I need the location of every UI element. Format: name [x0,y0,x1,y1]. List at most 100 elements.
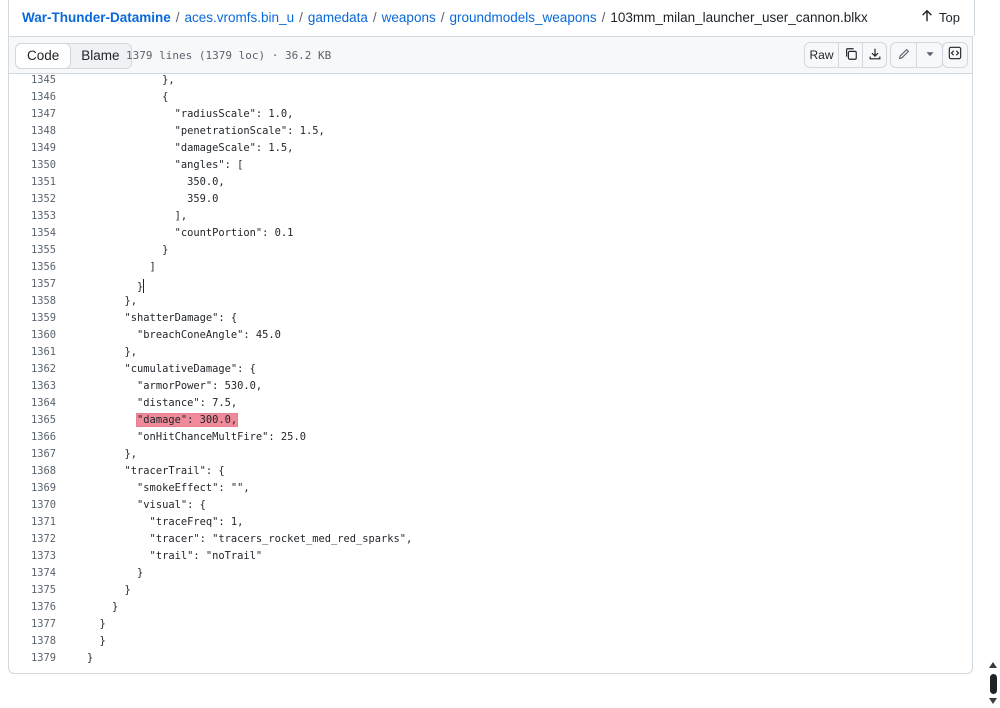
code-text: "onHitChanceMultFire": 25.0 [87,431,306,443]
code-text: "breachConeAngle": 45.0 [87,329,281,341]
scroll-down-arrow-icon[interactable] [989,698,997,704]
breadcrumb-link-gamedata[interactable]: gamedata [308,10,368,25]
highlighted-selection: "damage": 300.0, [136,413,239,427]
line-number[interactable]: 1347 [9,106,56,123]
view-toggle: Code Blame [15,43,132,69]
line-number[interactable]: 1346 [9,89,56,106]
line-number[interactable]: 1377 [9,616,56,633]
code-line: 1367 }, [9,446,972,463]
breadcrumb-repo-link[interactable]: War-Thunder-Datamine [22,10,171,25]
breadcrumb-separator: / [175,10,180,25]
line-number[interactable]: 1367 [9,446,56,463]
code-line: 1351 350.0, [9,174,972,191]
code-text: }, [87,346,138,358]
line-number[interactable]: 1379 [9,650,56,667]
download-button[interactable] [862,43,886,67]
code-line: 1378 } [9,633,972,650]
breadcrumb: War-Thunder-Datamine / aces.vromfs.bin_u / g… [22,10,868,25]
line-number[interactable]: 1348 [9,123,56,140]
code-text: { [87,91,169,103]
symbols-button[interactable] [942,42,968,68]
code-text: }, [87,74,175,86]
line-number[interactable]: 1371 [9,514,56,531]
line-number[interactable]: 1356 [9,259,56,276]
scroll-up-arrow-icon[interactable] [989,662,997,668]
code-text: ] [87,261,156,273]
code-line: 1366 "onHitChanceMultFire": 25.0 [9,429,972,446]
line-number[interactable]: 1373 [9,548,56,565]
line-number[interactable]: 1353 [9,208,56,225]
code-text: } [87,601,119,613]
line-number[interactable]: 1362 [9,361,56,378]
code-text: } [87,652,94,664]
line-number[interactable]: 1357 [9,276,56,293]
code-line: 1363 "armorPower": 530.0, [9,378,972,395]
breadcrumb-link-groundmodels[interactable]: groundmodels_weapons [449,10,596,25]
code-line: 1360 "breachConeAngle": 45.0 [9,327,972,344]
line-number[interactable]: 1352 [9,191,56,208]
code-line: 1347 "radiusScale": 1.0, [9,106,972,123]
code-line: 1369 "smokeEffect": "", [9,480,972,497]
code-text: "traceFreq": 1, [87,516,244,528]
code-text: "cumulativeDamage": { [87,363,256,375]
code-line: 1364 "distance": 7.5, [9,395,972,412]
line-number[interactable]: 1370 [9,497,56,514]
line-number[interactable]: 1365 [9,412,56,429]
code-line: 1358 }, [9,293,972,310]
line-number[interactable]: 1374 [9,565,56,582]
line-number[interactable]: 1369 [9,480,56,497]
line-number[interactable]: 1366 [9,429,56,446]
code-line: 1353 ], [9,208,972,225]
code-line: 1348 "penetrationScale": 1.5, [9,123,972,140]
file-toolbar: Code Blame 1379 lines (1379 loc) · 36.2 … [8,36,973,74]
line-number[interactable]: 1378 [9,633,56,650]
code-text: "shatterDamage": { [87,312,238,324]
code-line: 1355 } [9,242,972,259]
code-line: 1368 "tracerTrail": { [9,463,972,480]
text-cursor [143,279,145,293]
code-text: "penetrationScale": 1.5, [87,125,325,137]
edit-button[interactable] [891,43,916,67]
code-line: 1361 }, [9,344,972,361]
line-number[interactable]: 1351 [9,174,56,191]
line-number[interactable]: 1345 [9,74,56,89]
arrow-up-icon [920,9,934,26]
line-number[interactable]: 1361 [9,344,56,361]
code-text: "visual": { [87,499,206,511]
code-text: "tracerTrail": { [87,465,225,477]
line-number[interactable]: 1372 [9,531,56,548]
code-text: }, [87,448,138,460]
code-text: "smokeEffect": "", [87,482,250,494]
code-line: 1375 } [9,582,972,599]
code-line: 1372 "tracer": "tracers_rocket_med_red_s… [9,531,972,548]
line-number[interactable]: 1359 [9,310,56,327]
code-line: 1349 "damageScale": 1.5, [9,140,972,157]
line-number[interactable]: 1349 [9,140,56,157]
top-button[interactable]: Top [920,9,960,26]
code-tab[interactable]: Code [15,43,72,69]
blame-tab[interactable]: Blame [70,44,130,68]
code-line: 1371 "traceFreq": 1, [9,514,972,531]
raw-button[interactable]: Raw [805,43,838,67]
line-number[interactable]: 1364 [9,395,56,412]
code-text: } [87,244,169,256]
breadcrumb-link-aces[interactable]: aces.vromfs.bin_u [185,10,295,25]
breadcrumb-link-weapons[interactable]: weapons [382,10,436,25]
line-number[interactable]: 1368 [9,463,56,480]
scrollbar-thumb[interactable] [990,674,997,694]
line-number[interactable]: 1354 [9,225,56,242]
code-line: 1377 } [9,616,972,633]
line-number[interactable]: 1375 [9,582,56,599]
code-viewer[interactable]: 1345 }, 1346 {1347 "radiusScale": 1.0, 134… [8,74,973,674]
line-number[interactable]: 1360 [9,327,56,344]
copy-button[interactable] [838,43,862,67]
line-number[interactable]: 1363 [9,378,56,395]
line-number[interactable]: 1350 [9,157,56,174]
line-number[interactable]: 1358 [9,293,56,310]
line-number[interactable]: 1355 [9,242,56,259]
code-text: } [87,567,144,579]
line-number[interactable]: 1376 [9,599,56,616]
code-line: 1356 ] [9,259,972,276]
code-line: 1357 } [9,276,972,293]
edit-more-button[interactable] [916,43,942,67]
